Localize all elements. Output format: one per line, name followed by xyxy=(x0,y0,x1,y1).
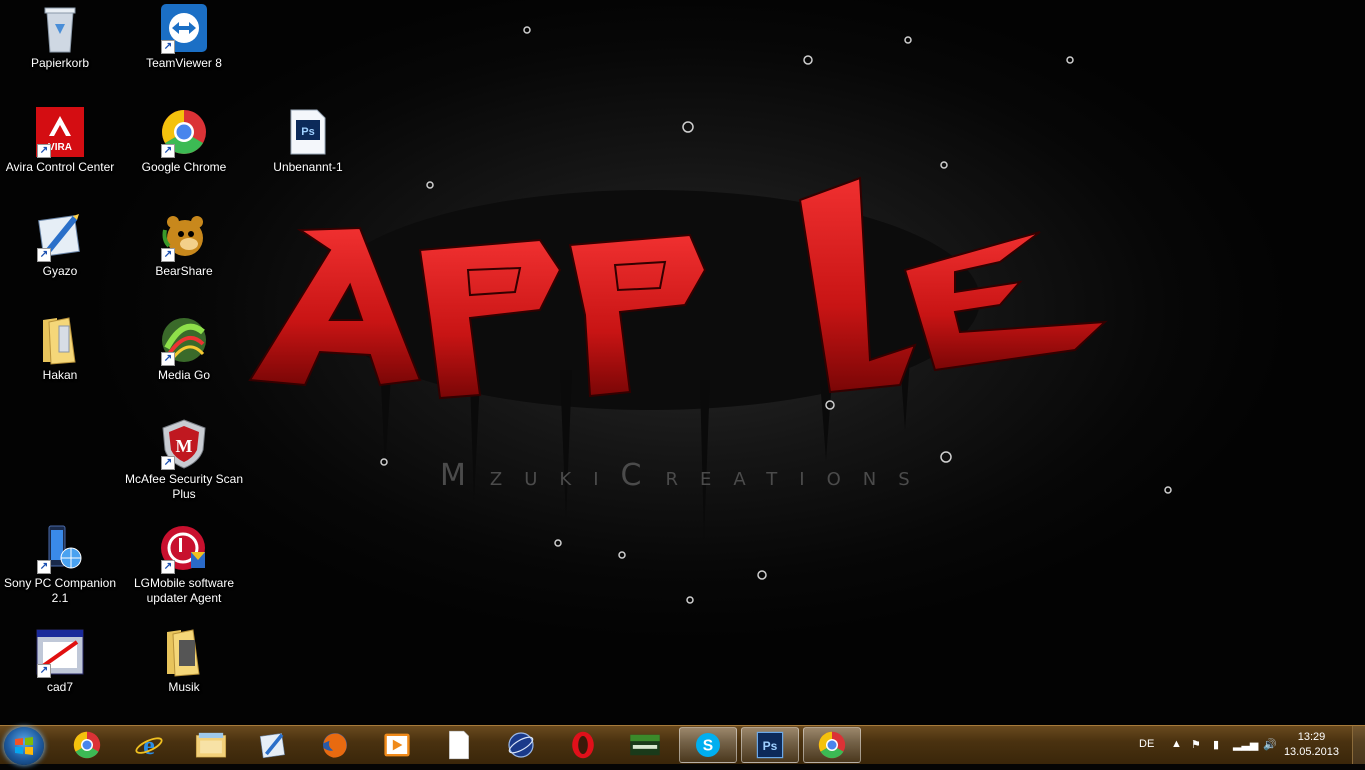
desktop-icon-mcafee[interactable]: M ↗ McAfee Security Scan Plus xyxy=(124,418,244,502)
desktop-icon-cad7[interactable]: ↗ cad7 xyxy=(0,626,120,695)
shortcut-arrow-icon: ↗ xyxy=(161,248,175,262)
avira-icon: VIRA ↗ xyxy=(35,106,85,158)
photoshop-file-icon: Ps xyxy=(283,106,333,158)
taskbar-document[interactable] xyxy=(430,727,488,763)
firefox-icon xyxy=(323,733,347,758)
shortcut-arrow-icon: ↗ xyxy=(161,40,175,54)
shortcut-arrow-icon: ↗ xyxy=(161,352,175,366)
opera-icon xyxy=(572,731,594,759)
clock[interactable]: 13:29 13.05.2013 xyxy=(1284,730,1339,760)
windows-logo-icon xyxy=(15,737,33,755)
recycle-bin-icon xyxy=(35,2,85,54)
taskbar-globe[interactable] xyxy=(492,727,550,763)
internet-explorer-icon: e xyxy=(135,730,163,760)
shortcut-arrow-icon: ↗ xyxy=(37,560,51,574)
lg-mobile-icon: ↗ xyxy=(159,522,209,574)
desktop-icon-label: Media Go xyxy=(157,368,211,382)
desktop-icon-recycle-bin[interactable]: Papierkorb xyxy=(0,2,120,71)
media-go-icon: ↗ xyxy=(159,314,209,366)
blank-document-icon xyxy=(449,730,469,760)
teamviewer-icon: ↗ xyxy=(159,2,209,54)
game-icon xyxy=(630,734,660,756)
desktop-icon-musik[interactable]: Musik xyxy=(124,626,244,695)
desktop-icon-lgmobile[interactable]: ↗ LGMobile software updater Agent xyxy=(124,522,244,606)
file-explorer-icon xyxy=(195,732,227,758)
taskbar-game[interactable] xyxy=(616,727,674,763)
taskbar-file-explorer[interactable] xyxy=(182,727,240,763)
desktop-icon-label: Avira Control Center xyxy=(5,160,115,174)
desktop-icon-sony-pc-companion[interactable]: ↗ Sony PC Companion 2.1 xyxy=(0,522,120,606)
cad7-icon: ↗ xyxy=(35,626,85,678)
mcafee-badge-text: M xyxy=(176,436,193,456)
desktop-icon-gyazo[interactable]: ↗ Gyazo xyxy=(0,210,120,279)
desktop-icon-label: Musik xyxy=(168,680,200,694)
desktop-icon-unbenannt-1[interactable]: Ps Unbenannt-1 xyxy=(248,106,368,175)
desktop-icon-bearshare[interactable]: ↗ BearShare xyxy=(124,210,244,279)
shortcut-arrow-icon: ↗ xyxy=(37,248,51,262)
desktop-icon-label: Sony PC Companion 2.1 xyxy=(3,576,117,605)
desktop-icon-label: McAfee Security Scan Plus xyxy=(124,472,244,501)
desktop-icon-label: Gyazo xyxy=(42,264,78,278)
language-indicator[interactable]: DE xyxy=(1139,738,1154,750)
media-player-icon xyxy=(384,733,410,757)
skype-badge-text: S xyxy=(703,737,713,754)
action-center-flag-icon[interactable]: ⚑ xyxy=(1191,738,1201,751)
gyazo-icon xyxy=(259,733,285,759)
desktop-icon-label: Papierkorb xyxy=(30,56,90,70)
desktop-icon-label: TeamViewer 8 xyxy=(146,56,222,70)
network-signal-icon[interactable]: ▂▃▅ xyxy=(1233,738,1258,751)
shortcut-arrow-icon: ↗ xyxy=(161,144,175,158)
sony-pc-companion-icon: ↗ xyxy=(35,522,85,574)
power-icon[interactable]: ▮ xyxy=(1213,738,1219,751)
mcafee-icon: M ↗ xyxy=(159,418,209,470)
chrome-icon xyxy=(818,731,846,759)
photoshop-icon: Ps xyxy=(756,731,784,759)
taskbar: e S Ps DE ▲ ⚑ ▮ ▂▃▅ 🔊 13:29 13.05.2013 xyxy=(0,725,1365,765)
taskbar-firefox[interactable] xyxy=(306,727,364,763)
shortcut-arrow-icon: ↗ xyxy=(161,456,175,470)
photoshop-taskbar-badge-text: Ps xyxy=(763,739,778,753)
desktop-icon-label: Google Chrome xyxy=(141,160,227,174)
taskbar-chrome-running[interactable] xyxy=(803,727,861,763)
gyazo-icon: ↗ xyxy=(35,210,85,262)
desktop-icon-label: Hakan xyxy=(42,368,78,382)
folder-icon xyxy=(35,314,85,366)
music-folder-icon xyxy=(159,626,209,678)
desktop-icon-label: BearShare xyxy=(155,264,213,278)
taskbar-skype[interactable]: S xyxy=(679,727,737,763)
chrome-icon: ↗ xyxy=(159,106,209,158)
photoshop-badge-text: Ps xyxy=(301,126,314,138)
volume-icon[interactable]: 🔊 xyxy=(1263,738,1277,751)
desktop-icon-hakan[interactable]: Hakan xyxy=(0,314,120,383)
taskbar-chrome[interactable] xyxy=(58,727,116,763)
taskbar-internet-explorer[interactable]: e xyxy=(120,727,178,763)
avira-badge-text: VIRA xyxy=(48,142,72,153)
wallpaper-brand-text: MZUKICREATIONS xyxy=(440,458,932,493)
taskbar-gyazo[interactable] xyxy=(244,727,302,763)
globe-icon xyxy=(508,732,534,758)
desktop-icon-avira[interactable]: VIRA ↗ Avira Control Center xyxy=(0,106,120,175)
show-hidden-icons-icon[interactable]: ▲ xyxy=(1171,738,1182,750)
taskbar-media-player[interactable] xyxy=(368,727,426,763)
clock-time: 13:29 xyxy=(1297,731,1326,743)
desktop-icon-teamviewer[interactable]: ↗ TeamViewer 8 xyxy=(124,2,244,71)
show-desktop-button[interactable] xyxy=(1352,726,1365,764)
shortcut-arrow-icon: ↗ xyxy=(161,560,175,574)
chrome-icon xyxy=(73,731,101,759)
taskbar-opera[interactable] xyxy=(554,727,612,763)
system-tray: DE ▲ ⚑ ▮ ▂▃▅ 🔊 13:29 13.05.2013 xyxy=(1125,726,1365,764)
bearshare-icon: ↗ xyxy=(159,210,209,262)
desktop-icon-google-chrome[interactable]: ↗ Google Chrome xyxy=(124,106,244,175)
shortcut-arrow-icon: ↗ xyxy=(37,664,51,678)
taskbar-photoshop[interactable]: Ps xyxy=(741,727,799,763)
skype-icon: S xyxy=(696,733,720,757)
desktop-icon-label: Unbenannt-1 xyxy=(273,160,343,174)
shortcut-arrow-icon: ↗ xyxy=(37,144,51,158)
svg-text:e: e xyxy=(143,730,155,760)
start-button[interactable] xyxy=(4,727,44,765)
desktop-icon-label: LGMobile software updater Agent xyxy=(133,576,235,605)
clock-date: 13.05.2013 xyxy=(1283,746,1339,758)
desktop-icon-media-go[interactable]: ↗ Media Go xyxy=(124,314,244,383)
desktop-icon-label: cad7 xyxy=(46,680,74,694)
